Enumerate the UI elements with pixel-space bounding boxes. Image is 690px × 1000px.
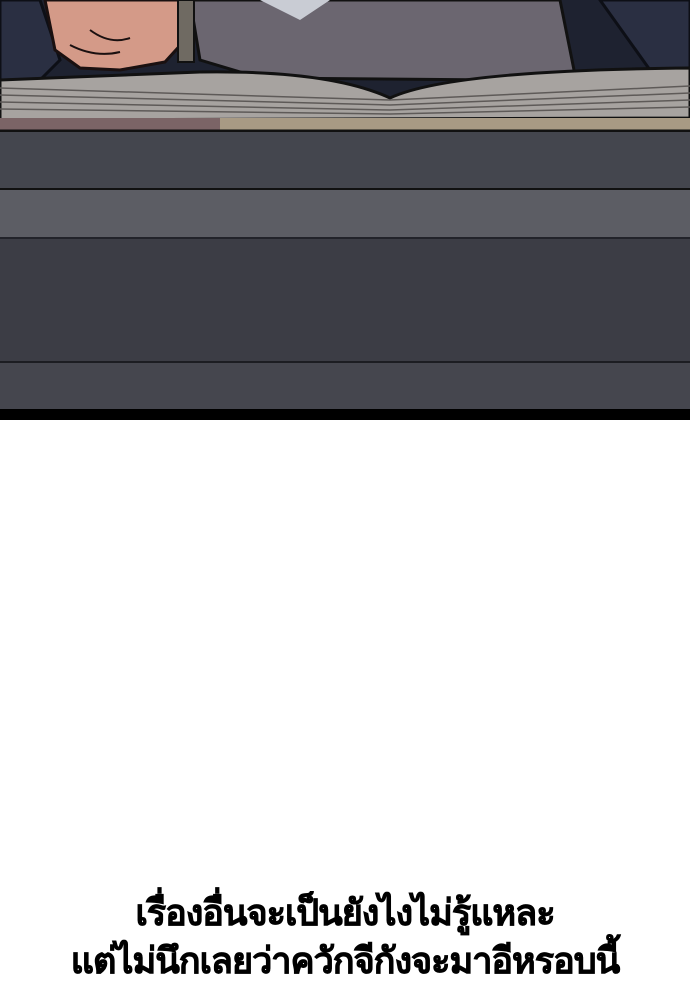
caption-line-2: แต่ไม่นึกเลยว่าควักจีกังจะมาอีหรอบนี้ (70, 941, 620, 983)
dialogue-caption: เรื่องอื่นจะเป็นยังไงไม่รู้แหละ แต่ไม่นึ… (0, 890, 690, 986)
caption-line-1: เรื่องอื่นจะเป็นยังไงไม่รู้แหละ (135, 893, 556, 935)
desk-illustration (0, 0, 690, 420)
comic-panel (0, 0, 690, 420)
